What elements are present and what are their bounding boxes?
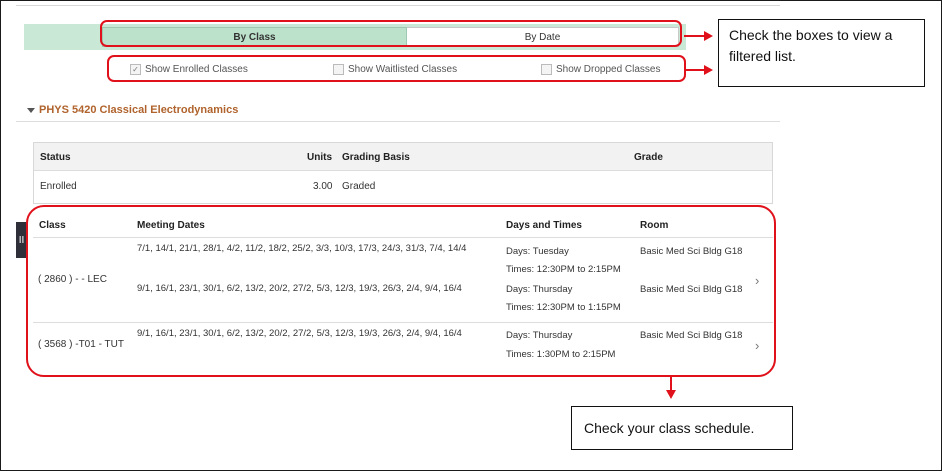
arrow-right-icon bbox=[704, 65, 713, 75]
annotation-arrow-line bbox=[684, 35, 704, 37]
arrow-down-icon bbox=[666, 390, 676, 399]
annotation-filter-box bbox=[107, 55, 686, 82]
course-section-header[interactable]: PHYS 5420 Classical Electrodynamics bbox=[27, 104, 238, 116]
status-value: Enrolled bbox=[40, 181, 77, 192]
annotation-arrow-line bbox=[686, 69, 704, 71]
grading-basis-header: Grading Basis bbox=[342, 152, 410, 163]
grading-basis-value: Graded bbox=[342, 181, 376, 192]
filter-callout: Check the boxes to view a filtered list. bbox=[718, 19, 925, 87]
course-title: PHYS 5420 Classical Electrodynamics bbox=[39, 104, 239, 116]
section-divider bbox=[16, 121, 780, 122]
arrow-right-icon bbox=[704, 31, 713, 41]
annotation-toggle-box bbox=[100, 20, 682, 47]
triangle-down-icon[interactable] bbox=[27, 107, 35, 113]
units-header: Units bbox=[307, 152, 332, 163]
status-header: Status bbox=[40, 152, 71, 163]
grade-header: Grade bbox=[634, 152, 663, 163]
annotation-schedule-box bbox=[26, 205, 776, 377]
grade-table: Status Units Grading Basis Grade Enrolle… bbox=[33, 142, 773, 204]
units-value: 3.00 bbox=[313, 181, 333, 192]
top-divider bbox=[16, 5, 780, 6]
schedule-callout: Check your class schedule. bbox=[571, 406, 793, 450]
